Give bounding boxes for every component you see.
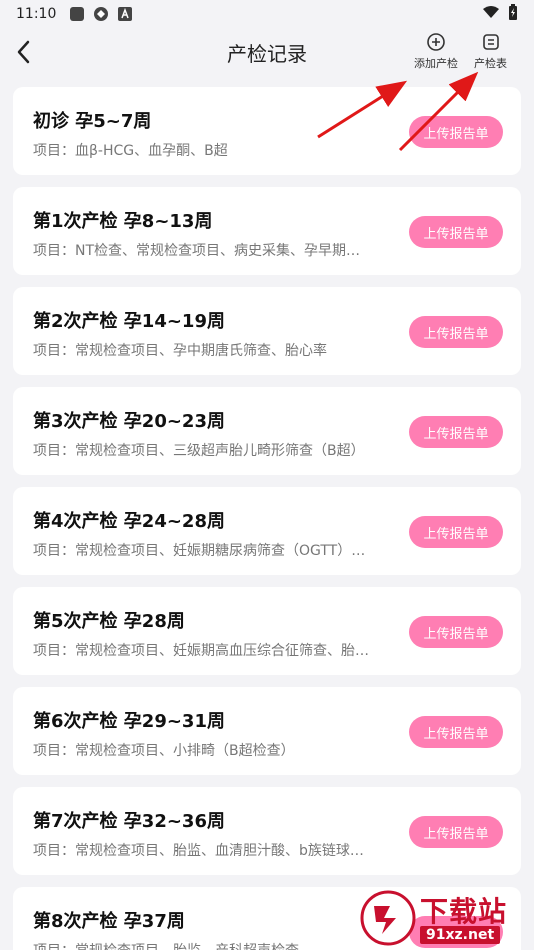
upload-report-button[interactable]: 上传报告单 xyxy=(409,116,503,148)
add-checkup-label: 添加产检 xyxy=(414,57,458,70)
watermark-text: 下载站 xyxy=(420,895,508,928)
card-title: 第1次产检 孕8~13周 xyxy=(33,211,213,232)
status-time: 11:10 xyxy=(16,6,57,22)
document-icon xyxy=(482,34,499,50)
card-title: 第4次产检 孕24~28周 xyxy=(33,511,225,532)
card-title: 初诊 孕5~7周 xyxy=(33,111,152,132)
watermark: 下载站 91xz.net xyxy=(360,890,530,948)
app-notification-icon xyxy=(70,7,85,21)
card-items: 项目：NT检查、常规检查项目、病史采集、孕早期… xyxy=(33,243,361,259)
card-title: 第5次产检 孕28周 xyxy=(33,611,185,632)
checkup-card-0[interactable]: 初诊 孕5~7周 项目：血β-HCG、血孕酮、B超 上传报告单 xyxy=(13,87,521,175)
upload-report-button[interactable]: 上传报告单 xyxy=(409,616,503,648)
checkup-card-7[interactable]: 第7次产检 孕32~36周 项目：常规检查项目、胎监、血清胆汁酸、b族链球… 上… xyxy=(13,787,521,875)
status-bar: 11:10 xyxy=(0,0,534,28)
card-title: 第3次产检 孕20~23周 xyxy=(33,411,225,432)
upload-report-button[interactable]: 上传报告单 xyxy=(409,516,503,548)
wifi-icon xyxy=(482,5,500,23)
plus-circle-icon xyxy=(427,33,445,51)
card-title: 第6次产检 孕29~31周 xyxy=(33,711,225,732)
checkup-table-label: 产检表 xyxy=(474,57,507,70)
card-title: 第8次产检 孕37周 xyxy=(33,911,185,932)
card-items: 项目：常规检查项目、三级超声胎儿畸形筛查（B超） xyxy=(33,443,365,459)
card-items: 项目：常规检查项目、胎监、血清胆汁酸、b族链球… xyxy=(33,843,364,859)
card-items: 项目：常规检查项目、妊娠期高血压综合征筛查、胎… xyxy=(33,643,369,659)
card-title: 第7次产检 孕32~36周 xyxy=(33,811,225,832)
add-checkup-button[interactable]: 添加产检 xyxy=(414,32,458,71)
card-items: 项目：常规检查项目、小排畸（B超检查） xyxy=(33,743,295,759)
card-title: 第2次产检 孕14~19周 xyxy=(33,311,225,332)
upload-report-button[interactable]: 上传报告单 xyxy=(409,216,503,248)
upload-report-button[interactable]: 上传报告单 xyxy=(409,816,503,848)
a-notification-icon xyxy=(118,7,133,21)
checkup-card-2[interactable]: 第2次产检 孕14~19周 项目：常规检查项目、孕中期唐氏筛查、胎心率 上传报告… xyxy=(13,287,521,375)
card-items: 项目：常规检查项目、胎监、产科超声检查 xyxy=(33,940,403,950)
watermark-domain: 91xz.net xyxy=(420,926,501,944)
card-items: 项目：常规检查项目、孕中期唐氏筛查、胎心率 xyxy=(33,343,327,359)
upload-report-button[interactable]: 上传报告单 xyxy=(409,416,503,448)
upload-report-button[interactable]: 上传报告单 xyxy=(409,716,503,748)
upload-report-button[interactable]: 上传报告单 xyxy=(409,316,503,348)
card-items: 项目：血β-HCG、血孕酮、B超 xyxy=(33,143,228,159)
checkup-card-6[interactable]: 第6次产检 孕29~31周 项目：常规检查项目、小排畸（B超检查） 上传报告单 xyxy=(13,687,521,775)
checkup-card-4[interactable]: 第4次产检 孕24~28周 项目：常规检查项目、妊娠期糖尿病筛查（OGTT）… … xyxy=(13,487,521,575)
sync-notification-icon xyxy=(94,7,109,21)
watermark-logo-icon xyxy=(360,890,416,946)
checkup-card-1[interactable]: 第1次产检 孕8~13周 项目：NT检查、常规检查项目、病史采集、孕早期… 上传… xyxy=(13,187,521,275)
card-items: 项目：常规检查项目、妊娠期糖尿病筛查（OGTT）… xyxy=(33,543,366,559)
header: 产检记录 添加产检 产检表 xyxy=(0,28,534,78)
battery-icon xyxy=(508,4,518,24)
checkup-card-3[interactable]: 第3次产检 孕20~23周 项目：常规检查项目、三级超声胎儿畸形筛查（B超） 上… xyxy=(13,387,521,475)
checkup-card-5[interactable]: 第5次产检 孕28周 项目：常规检查项目、妊娠期高血压综合征筛查、胎… 上传报告… xyxy=(13,587,521,675)
checkup-table-button[interactable]: 产检表 xyxy=(474,32,507,71)
